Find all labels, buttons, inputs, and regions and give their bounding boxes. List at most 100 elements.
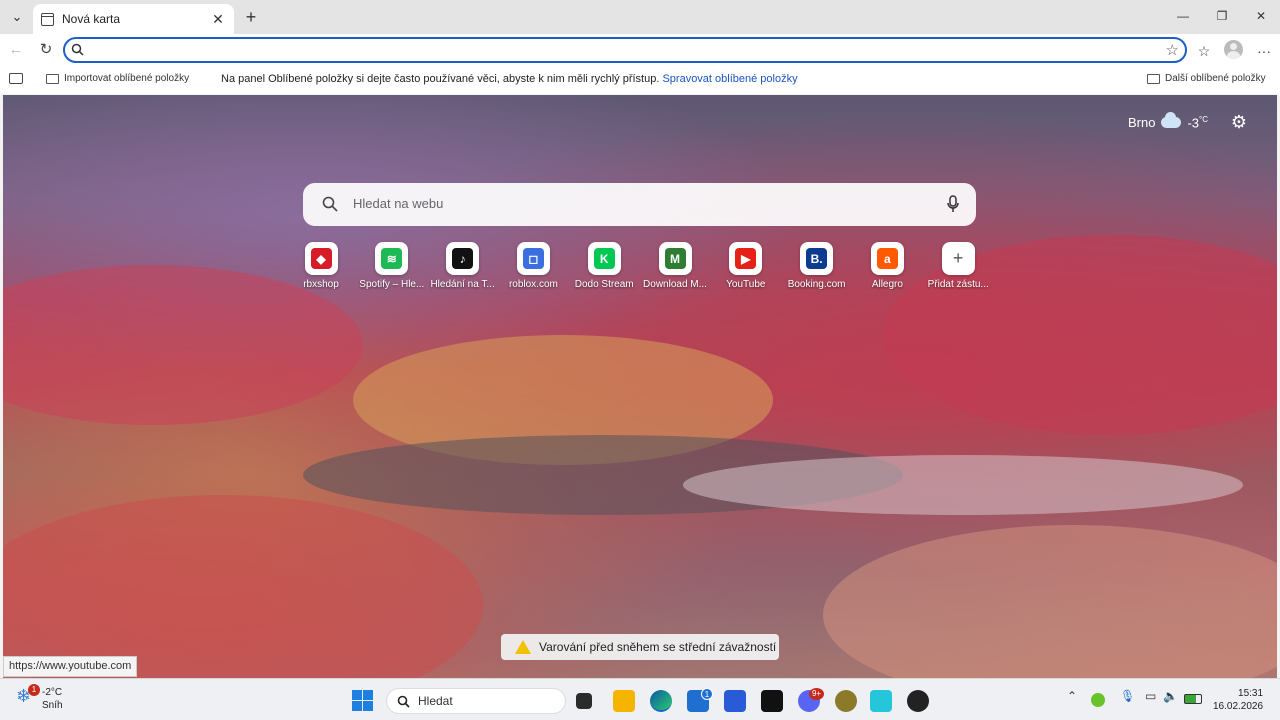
obs-icon[interactable] (907, 690, 929, 712)
quick-link-tile[interactable]: K Dodo Stream (568, 242, 640, 290)
sidebar-toggle-icon[interactable] (9, 73, 23, 84)
quick-link-tile[interactable]: ▶ YouTube (710, 242, 782, 290)
quick-link-icon: + (941, 242, 975, 275)
quick-link-icon: ◆ (304, 242, 338, 275)
quick-link-label: Booking.com (787, 279, 846, 290)
taskbar-weather-desc: Sníh (42, 700, 63, 711)
taskbar-search-label: Hledat (418, 694, 453, 708)
quick-link-glyph: + (947, 248, 969, 269)
back-arrow-icon[interactable]: ← (6, 40, 26, 60)
microphone-icon[interactable] (946, 195, 960, 213)
snow-warning-text: Varování před sněhem se střední závažnos… (539, 640, 777, 654)
quick-link-label: roblox.com (508, 279, 558, 290)
quick-link-icon: ◻ (516, 242, 550, 275)
show-hidden-icons-chevron-icon[interactable]: ⌃ (1067, 689, 1077, 703)
quick-link-icon: ▶ (729, 242, 763, 275)
taskbar-search[interactable]: Hledat (386, 688, 566, 714)
quick-link-glyph: ◆ (310, 248, 332, 269)
quick-link-icon: ♪ (446, 242, 480, 275)
discord-icon[interactable]: 9+ (798, 688, 824, 712)
quick-link-glyph: ≋ (381, 248, 403, 269)
clock-date: 16.02.2026 (1213, 701, 1264, 712)
quick-link-tile[interactable]: ≋ Spotify – Hle... (356, 242, 428, 290)
manage-favorites-link[interactable]: Spravovat oblíbené položky (662, 73, 797, 85)
folder-icon (1147, 73, 1160, 84)
quick-link-icon: ≋ (375, 242, 409, 275)
quick-link-glyph: a (876, 248, 898, 269)
import-favorites-button[interactable]: Importovat oblíbené položky (46, 73, 189, 84)
tab-title: Nová karta (62, 12, 121, 26)
weather-badge: 1 (28, 684, 40, 696)
quick-link-tile[interactable]: ♪ Hledání na T... (427, 242, 499, 290)
quick-link-label: Přidat zástu... (927, 279, 989, 290)
snow-weather-icon: ❄ 1 (16, 684, 40, 706)
minimize-icon[interactable]: — (1164, 0, 1202, 32)
network-icon[interactable]: ▭ (1145, 689, 1156, 703)
game-app-icon[interactable] (835, 690, 857, 712)
tab-new-tab[interactable]: Nová karta ✕ (33, 4, 234, 34)
task-view-icon[interactable] (576, 693, 592, 709)
quick-link-label: rbxshop (303, 279, 339, 290)
epic-games-icon[interactable] (761, 690, 783, 712)
app-icon[interactable] (870, 690, 892, 712)
quick-link-tile[interactable]: a Allegro (851, 242, 923, 290)
edge-browser-icon[interactable] (650, 690, 672, 712)
taskbar-weather[interactable]: ❄ 1 -2°C Sníh (16, 684, 63, 712)
weather-city: Brno (1128, 115, 1156, 131)
newtab-background: Brno -3°C ⚙ Hledat na webu ◆ rbxshop ≋ Spot… (3, 95, 1277, 678)
search-icon (397, 695, 410, 708)
address-input[interactable] (93, 41, 1153, 59)
bg-ridge (823, 525, 1277, 678)
taskbar: ❄ 1 -2°C Sníh Hledat 1 9+ ⌃ 🎙 ▭ 🔈 15:31 1… (0, 678, 1280, 720)
microphone-icon[interactable]: 🎙 (1120, 689, 1135, 703)
quick-link-glyph: ♪ (452, 248, 474, 269)
quick-link-glyph: ▶ (735, 248, 757, 269)
address-bar[interactable]: ☆ (63, 37, 1187, 63)
quick-link-tile[interactable]: B. Booking.com (781, 242, 853, 290)
clock-time: 15:31 (1238, 688, 1264, 699)
volume-icon[interactable]: 🔈 (1163, 689, 1178, 703)
profile-avatar[interactable] (1224, 40, 1243, 59)
close-tab-icon[interactable]: ✕ (210, 11, 226, 28)
quick-link-tile[interactable]: + Přidat zástu... (922, 242, 994, 290)
tab-strip: ⌄ Nová karta ✕ + — ❐ ✕ (0, 0, 1280, 34)
tray-app-icon[interactable] (1091, 693, 1105, 707)
warning-icon (515, 640, 531, 654)
more-menu-icon[interactable]: ··· (1253, 40, 1275, 62)
start-button[interactable] (352, 690, 373, 711)
store-icon[interactable]: 1 (687, 688, 713, 712)
web-search-box[interactable]: Hledat na webu (303, 183, 976, 226)
quick-link-glyph: K (593, 248, 615, 269)
import-icon (46, 73, 59, 84)
quick-link-glyph: B. (806, 248, 828, 269)
favorites-hint: Na panel Oblíbené položky si dejte často… (221, 73, 798, 85)
page-settings-gear-icon[interactable]: ⚙ (1230, 113, 1248, 131)
quick-link-label: Spotify – Hle... (359, 279, 425, 290)
close-window-icon[interactable]: ✕ (1242, 0, 1280, 32)
quick-link-tile[interactable]: M Download M... (639, 242, 711, 290)
discord-badge: 9+ (809, 688, 824, 700)
favorite-star-icon[interactable]: ☆ (1166, 41, 1179, 59)
battery-icon[interactable] (1184, 694, 1202, 704)
file-explorer-icon[interactable] (613, 690, 635, 712)
quick-link-tile[interactable]: ◻ roblox.com (497, 242, 569, 290)
app-icon[interactable] (724, 690, 746, 712)
clock[interactable]: 15:31 16.02.2026 (1213, 687, 1263, 713)
favorites-bar: Importovat oblíbené položky Na panel Obl… (0, 66, 1280, 94)
other-favorites-button[interactable]: Další oblíbené položky (1147, 73, 1266, 84)
quick-link-tile[interactable]: ◆ rbxshop (285, 242, 357, 290)
snow-warning-banner[interactable]: Varování před sněhem se střední závažnos… (501, 634, 779, 660)
favorites-icon[interactable]: ☆ (1193, 40, 1215, 62)
bg-ridge (683, 455, 1243, 515)
quick-link-label: Allegro (871, 279, 903, 290)
weather-widget[interactable]: Brno -3°C (1128, 112, 1208, 131)
new-tab-button[interactable]: + (241, 7, 261, 27)
quick-link-label: YouTube (726, 279, 766, 290)
tab-actions-chevron-icon[interactable]: ⌄ (0, 0, 34, 34)
refresh-icon[interactable]: ↻ (36, 40, 56, 60)
quick-link-label: Dodo Stream (574, 279, 634, 290)
quick-link-icon: B. (800, 242, 834, 275)
store-badge: 1 (701, 688, 713, 700)
maximize-icon[interactable]: ❐ (1203, 0, 1241, 32)
quick-link-glyph: M (664, 248, 686, 269)
